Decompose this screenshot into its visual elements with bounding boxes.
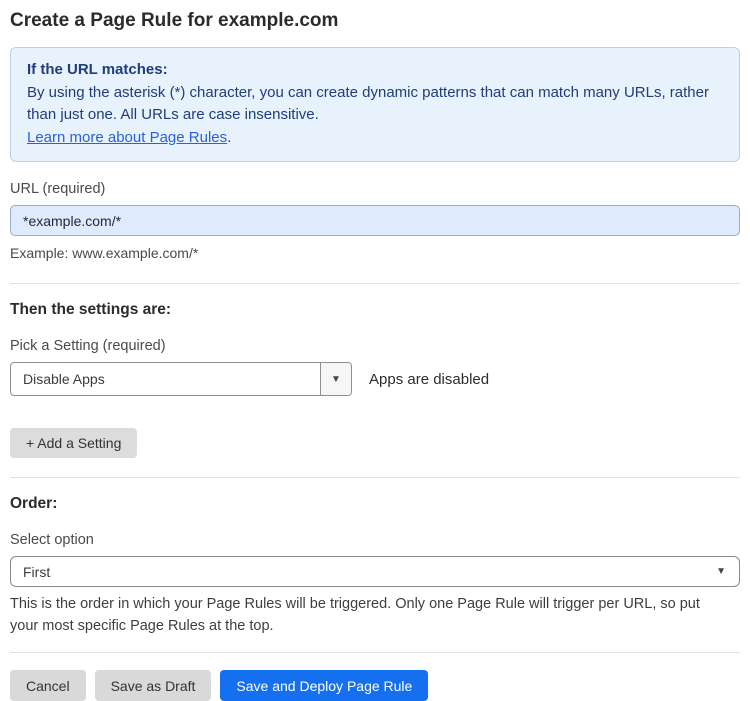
settings-section-heading: Then the settings are: [10, 301, 172, 318]
info-box-link-row: Learn more about Page Rules. [27, 127, 723, 149]
order-section-heading: Order: [10, 495, 58, 512]
chevron-down-icon: ▼ [716, 566, 726, 577]
divider [10, 652, 740, 653]
pick-setting-arrow-button[interactable]: ▼ [320, 363, 351, 395]
save-deploy-button[interactable]: Save and Deploy Page Rule [220, 670, 429, 701]
url-helper-text: Example: www.example.com/* [10, 245, 199, 261]
pick-setting-selected-value: Disable Apps [23, 371, 105, 387]
info-box-heading: If the URL matches: [27, 61, 168, 78]
setting-row: Disable Apps ▼ Apps are disabled [10, 362, 740, 396]
learn-more-link[interactable]: Learn more about Page Rules [27, 129, 227, 146]
url-matches-info-box: If the URL matches: By using the asteris… [10, 47, 740, 162]
order-helper-text: This is the order in which your Page Rul… [10, 596, 700, 634]
chevron-down-icon: ▼ [331, 373, 341, 385]
order-selected-value: First [23, 563, 51, 580]
link-suffix: . [227, 129, 232, 146]
save-draft-button[interactable]: Save as Draft [94, 670, 212, 701]
add-setting-button[interactable]: + Add a Setting [10, 428, 138, 458]
order-select-label: Select option [10, 532, 94, 548]
pick-setting-label: Pick a Setting (required) [10, 338, 166, 354]
footer-actions: Cancel Save as Draft Save and Deploy Pag… [10, 670, 740, 701]
order-select[interactable]: First ▼ [10, 556, 740, 587]
setting-status-text: Apps are disabled [369, 370, 490, 388]
url-input[interactable] [10, 205, 740, 236]
pick-setting-select[interactable]: Disable Apps ▼ [10, 362, 352, 396]
url-field-label: URL (required) [10, 181, 106, 197]
divider [10, 477, 740, 478]
divider [10, 283, 740, 284]
info-box-body: By using the asterisk (*) character, you… [27, 84, 709, 123]
cancel-button[interactable]: Cancel [10, 670, 86, 701]
page-title: Create a Page Rule for example.com [10, 10, 339, 31]
